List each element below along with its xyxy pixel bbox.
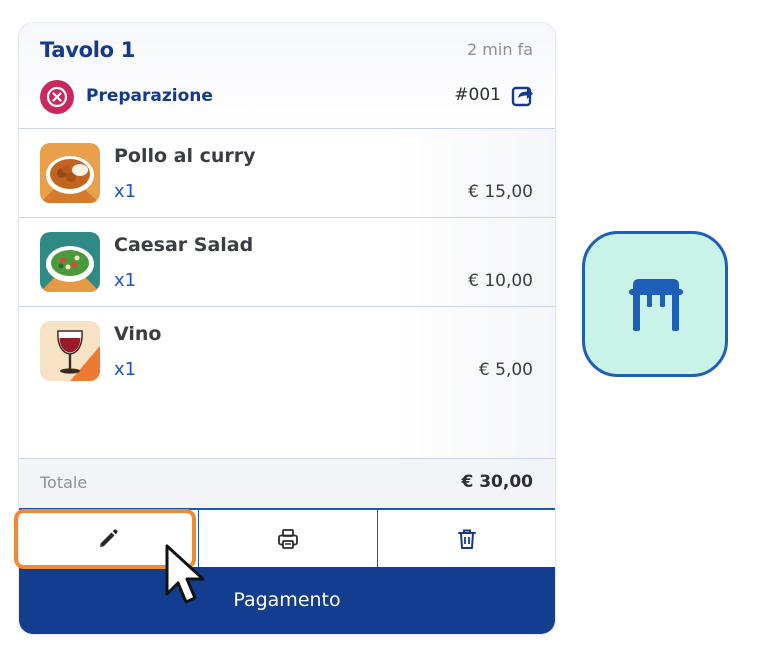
- table-view-button[interactable]: [582, 231, 728, 377]
- trash-icon: [458, 529, 476, 549]
- status-label: Preparazione: [86, 86, 213, 106]
- salad-dish-image: [40, 232, 100, 292]
- items-spacer: [19, 394, 555, 459]
- share-icon[interactable]: [511, 83, 535, 107]
- item-name: Pollo al curry: [114, 145, 256, 167]
- item-name: Caesar Salad: [114, 234, 254, 256]
- item-price: € 10,00: [468, 271, 533, 291]
- list-item[interactable]: Pollo al curry x1 € 15,00: [19, 129, 555, 218]
- pencil-icon: [100, 528, 118, 547]
- print-button[interactable]: [198, 510, 377, 567]
- order-time: 2 min fa: [467, 40, 533, 59]
- order-number: #001: [454, 85, 501, 105]
- item-quantity: x1: [114, 359, 137, 380]
- curry-dish-image: [40, 143, 100, 203]
- order-card: Tavolo 1 2 min fa Preparazione #001 Poll…: [19, 23, 555, 634]
- x-circle-icon: [40, 80, 74, 114]
- order-header: Tavolo 1 2 min fa Preparazione #001: [19, 23, 555, 129]
- total-value: € 30,00: [461, 472, 533, 492]
- pay-button[interactable]: Pagamento: [19, 567, 555, 634]
- list-item[interactable]: Vino x1 € 5,00: [19, 307, 555, 395]
- printer-icon: [278, 528, 298, 549]
- item-quantity: x1: [114, 270, 137, 291]
- list-item[interactable]: Caesar Salad x1 € 10,00: [19, 218, 555, 307]
- item-price: € 15,00: [468, 182, 533, 202]
- order-items-list: Pollo al curry x1 € 15,00 Caesar Salad x…: [19, 129, 555, 395]
- total-label: Totale: [40, 473, 88, 492]
- table-icon: [629, 279, 683, 331]
- wine-glass-image: [40, 321, 100, 381]
- total-row: Totale € 30,00: [19, 459, 555, 510]
- edit-button[interactable]: [19, 510, 197, 567]
- delete-button[interactable]: [377, 510, 555, 567]
- item-name: Vino: [114, 323, 162, 345]
- table-name: Tavolo 1: [40, 38, 136, 62]
- action-bar: [19, 510, 555, 567]
- item-quantity: x1: [114, 181, 137, 202]
- item-price: € 5,00: [478, 360, 533, 380]
